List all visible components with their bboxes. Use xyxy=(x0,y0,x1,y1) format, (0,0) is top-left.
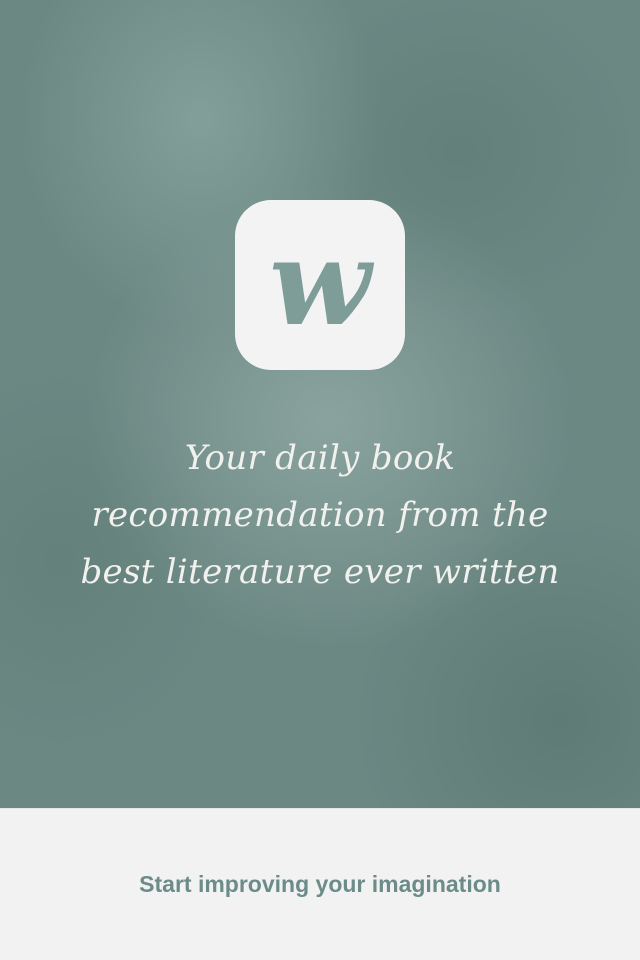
footer-bar: Start improving your imagination xyxy=(0,808,640,960)
onboarding-screen: w Your daily book recommendation from th… xyxy=(0,0,640,960)
tagline-line-2: recommendation from the xyxy=(91,495,549,535)
w-logo-icon: w xyxy=(269,213,374,352)
logo-letter: w xyxy=(269,213,374,352)
hero-background: w Your daily book recommendation from th… xyxy=(0,0,640,808)
tagline-line-1: Your daily book xyxy=(184,438,456,478)
start-improving-button[interactable]: Start improving your imagination xyxy=(0,867,640,901)
tagline-line-3: best literature ever written xyxy=(80,552,560,592)
tagline: Your daily book recommendation from the … xyxy=(40,430,600,601)
app-logo: w xyxy=(235,200,405,370)
